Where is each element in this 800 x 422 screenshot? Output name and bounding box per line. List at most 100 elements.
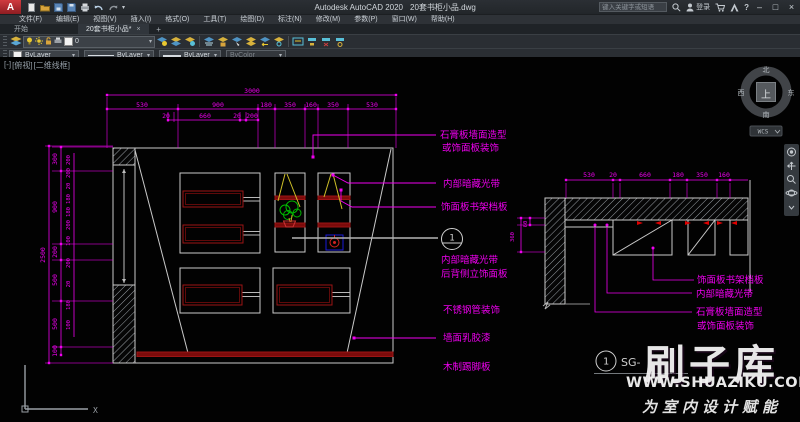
watermark-site: WWW.SHUAZIKU.COM [626,375,800,391]
dim-width-1: 530 [136,101,148,109]
sec-dim-4: 180 [672,171,684,179]
app-title: Autodesk AutoCAD 2020 [315,3,404,12]
layer-off-button[interactable] [155,36,169,48]
app-store-cart-icon[interactable] [715,3,725,12]
layer-name[interactable]: 0 [75,38,79,45]
dim-hsub-4: 180 [66,194,72,204]
dim-width-4: 350 [284,101,296,109]
layer-merge-button[interactable] [305,36,319,48]
tab-label[interactable]: 20套书柜小品* [86,24,132,34]
redo-icon[interactable] [108,3,118,12]
dim-hsub-5: 180 [66,207,72,217]
layer-walk-button[interactable] [272,36,286,48]
layer-match-properties-button[interactable] [291,36,305,48]
menu-window[interactable]: 窗口(W) [385,15,424,24]
viewcube-south[interactable]: 南 [763,110,770,119]
dim-hsub-1: 200 [66,155,72,165]
match-layer-button[interactable] [244,36,258,48]
close-button[interactable]: × [786,0,797,14]
dim-hsub-10: 180 [66,300,72,310]
new-tab-button[interactable]: + [153,24,165,34]
layer-properties-button[interactable] [9,36,23,48]
layer-on-bulb-icon[interactable] [26,37,33,47]
autocad-window: A ▾ Autodesk AutoCAD 2020 20套书柜小品.dwg 登录… [0,0,800,422]
layer-dropdown[interactable]: 0 ▾ [23,36,155,48]
toolbar-separator [288,36,289,47]
callout-skirting: 木制踢脚板 [443,361,491,373]
autocad-logo-icon[interactable]: A [0,0,21,14]
callout-r-gypsum-1: 石膏板墙面造型 [696,306,763,318]
open-folder-icon[interactable] [40,3,50,12]
autodesk-exchange-icon[interactable] [730,3,739,12]
search-input[interactable] [599,2,667,12]
callout-shelf-panel: 饰面板书架档板 [441,201,508,213]
menu-draw[interactable]: 绘图(D) [233,15,271,24]
signin-label[interactable]: 登录 [696,2,710,12]
navigation-bar[interactable] [784,144,799,216]
viewcube-top-face[interactable]: 上 [761,89,771,101]
dim-hsub-11: 100 [66,320,72,330]
viewcube-west[interactable]: 西 [738,89,745,97]
menu-modify[interactable]: 修改(M) [309,15,348,24]
elevation-linework [113,148,393,363]
sec-vdim-2: 60 [523,221,529,228]
tab-close-icon[interactable]: × [137,26,141,33]
dim-height-6: 100 [51,345,59,357]
dim-height-3: 200 [51,246,59,258]
undo-icon[interactable] [94,3,104,12]
menu-edit[interactable]: 编辑(E) [49,15,86,24]
save-as-icon[interactable] [67,3,76,12]
search-icon[interactable] [672,3,681,12]
layer-dropdown-caret-icon[interactable]: ▾ [149,39,152,45]
minimize-button[interactable]: – [754,0,765,14]
menu-tools[interactable]: 工具(T) [196,15,233,24]
sec-dim-1: 530 [583,171,595,179]
menu-dimension[interactable]: 标注(N) [271,15,309,24]
menu-file[interactable]: 文件(F) [12,15,49,24]
callout-r-shelf-panel: 饰面板书架档板 [697,274,764,286]
wcs-dropdown[interactable]: WCS [758,129,769,136]
callouts-left: 石膏板墙面造型 或饰面板装饰 内部暗藏光带 饰面板书架档板 内部暗藏光带 后背侧… [440,129,508,373]
dim-hsub-7: 100 [66,236,72,246]
dim-width-3: 180 [260,101,272,109]
menu-insert[interactable]: 插入(I) [124,15,159,24]
layer-unisolate-button[interactable] [183,36,197,48]
file-tab-bar: 开始 20套书柜小品* × + [0,24,800,34]
ucs-x-label: X [93,406,98,415]
layer-thaw-sun-icon[interactable] [35,37,43,47]
callout-hidden-light-1: 内部暗藏光带 [443,178,501,190]
menu-format[interactable]: 格式(O) [158,15,196,24]
restore-button[interactable]: □ [770,0,781,14]
help-icon[interactable]: ? [744,3,749,12]
tab-current-drawing[interactable]: 20套书柜小品* × [78,24,149,34]
viewcube[interactable]: 上 北 南 西 东 WCS [738,66,795,136]
new-file-icon[interactable] [27,3,36,12]
layer-delete-button[interactable] [319,36,333,48]
tab-start[interactable]: 开始 [6,24,36,34]
plot-icon[interactable] [80,3,90,12]
callout-gypsum-1: 石膏板墙面造型 [440,129,507,141]
signin-user-icon[interactable]: 登录 [686,2,710,12]
layer-isolate-button[interactable] [169,36,183,48]
layer-color-swatch[interactable] [64,37,73,46]
dim-height-total: 2500 [39,247,47,263]
menu-view[interactable]: 视图(V) [86,15,123,24]
layer-settings-button[interactable] [333,36,347,48]
layer-plot-icon[interactable] [54,37,62,47]
menu-bar: 文件(F) 编辑(E) 视图(V) 插入(I) 格式(O) 工具(T) 绘图(D… [0,14,800,24]
layer-unlock-icon[interactable] [45,37,52,47]
viewcube-north[interactable]: 北 [763,66,770,74]
menu-parametric[interactable]: 参数(P) [347,15,384,24]
sec-dim-6: 160 [718,171,730,179]
menu-help[interactable]: 帮助(H) [424,15,462,24]
toolbar-grip[interactable] [3,36,7,47]
viewcube-east[interactable]: 东 [788,88,795,97]
save-icon[interactable] [54,3,63,12]
layer-lock-button[interactable] [216,36,230,48]
model-space-canvas[interactable]: [-] [俯视] [二维线框] [0,57,800,422]
qat-customize-caret-icon[interactable]: ▾ [122,4,125,11]
layer-freeze-button[interactable] [202,36,216,48]
make-current-button[interactable] [230,36,244,48]
titlebar-right-cluster: 登录 ? – □ × [599,0,800,14]
layer-previous-button[interactable] [258,36,272,48]
